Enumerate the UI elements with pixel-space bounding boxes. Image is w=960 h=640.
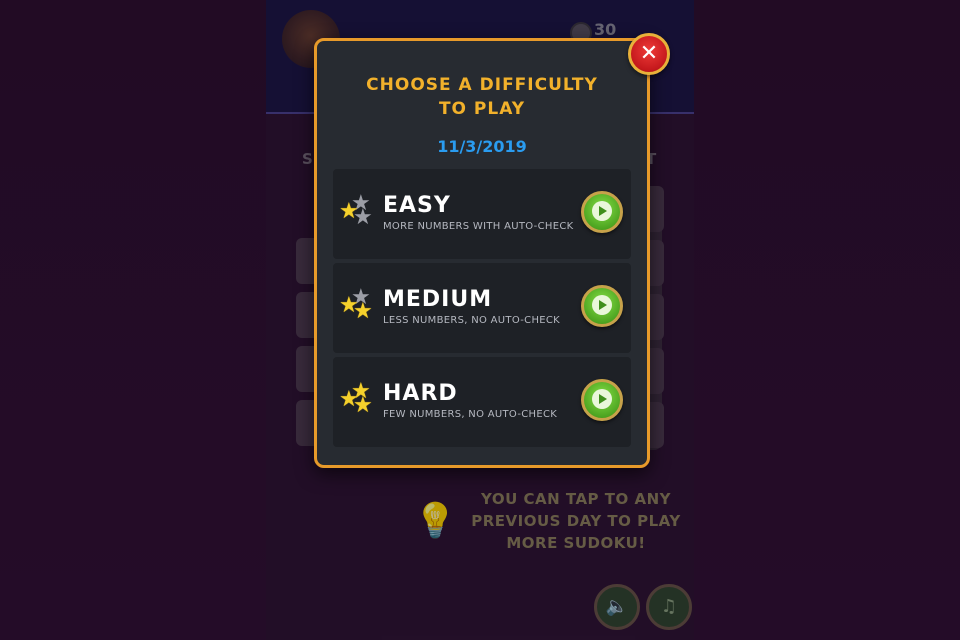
dialog-title-line-1: CHOOSE A DIFFICULTY	[366, 75, 598, 95]
difficulty-option-medium[interactable]: ★ ★ ★ MEDIUM LESS NUMBERS, NO AUTO-CHECK	[333, 263, 631, 353]
close-button[interactable]: ✕	[628, 33, 670, 75]
play-icon	[592, 201, 612, 221]
difficulty-name: MEDIUM	[383, 287, 493, 312]
puzzle-date: 11/3/2019	[437, 137, 527, 156]
play-icon	[592, 295, 612, 315]
play-hard-button[interactable]	[581, 379, 623, 421]
difficulty-stars: ★ ★ ★	[339, 381, 375, 421]
dialog-title: CHOOSE A DIFFICULTY TO PLAY	[317, 73, 647, 121]
star-icon: ★	[339, 199, 359, 224]
difficulty-stars: ★ ★ ★	[339, 193, 375, 233]
difficulty-dialog: CHOOSE A DIFFICULTY TO PLAY 11/3/2019 ★ …	[314, 38, 650, 468]
difficulty-stars: ★ ★ ★	[339, 287, 375, 327]
dialog-title-line-2: TO PLAY	[438, 99, 526, 119]
difficulty-name: EASY	[383, 193, 451, 218]
star-icon: ★	[339, 387, 359, 412]
close-icon: ✕	[639, 41, 659, 66]
difficulty-option-hard[interactable]: ★ ★ ★ HARD FEW NUMBERS, NO AUTO-CHECK	[333, 357, 631, 447]
star-icon: ★	[339, 293, 359, 318]
difficulty-description: MORE NUMBERS WITH AUTO-CHECK	[383, 221, 574, 232]
difficulty-name: HARD	[383, 381, 458, 406]
play-easy-button[interactable]	[581, 191, 623, 233]
difficulty-option-easy[interactable]: ★ ★ ★ EASY MORE NUMBERS WITH AUTO-CHECK	[333, 169, 631, 259]
play-icon	[592, 389, 612, 409]
play-medium-button[interactable]	[581, 285, 623, 327]
difficulty-description: LESS NUMBERS, NO AUTO-CHECK	[383, 315, 561, 326]
difficulty-description: FEW NUMBERS, NO AUTO-CHECK	[383, 409, 558, 420]
